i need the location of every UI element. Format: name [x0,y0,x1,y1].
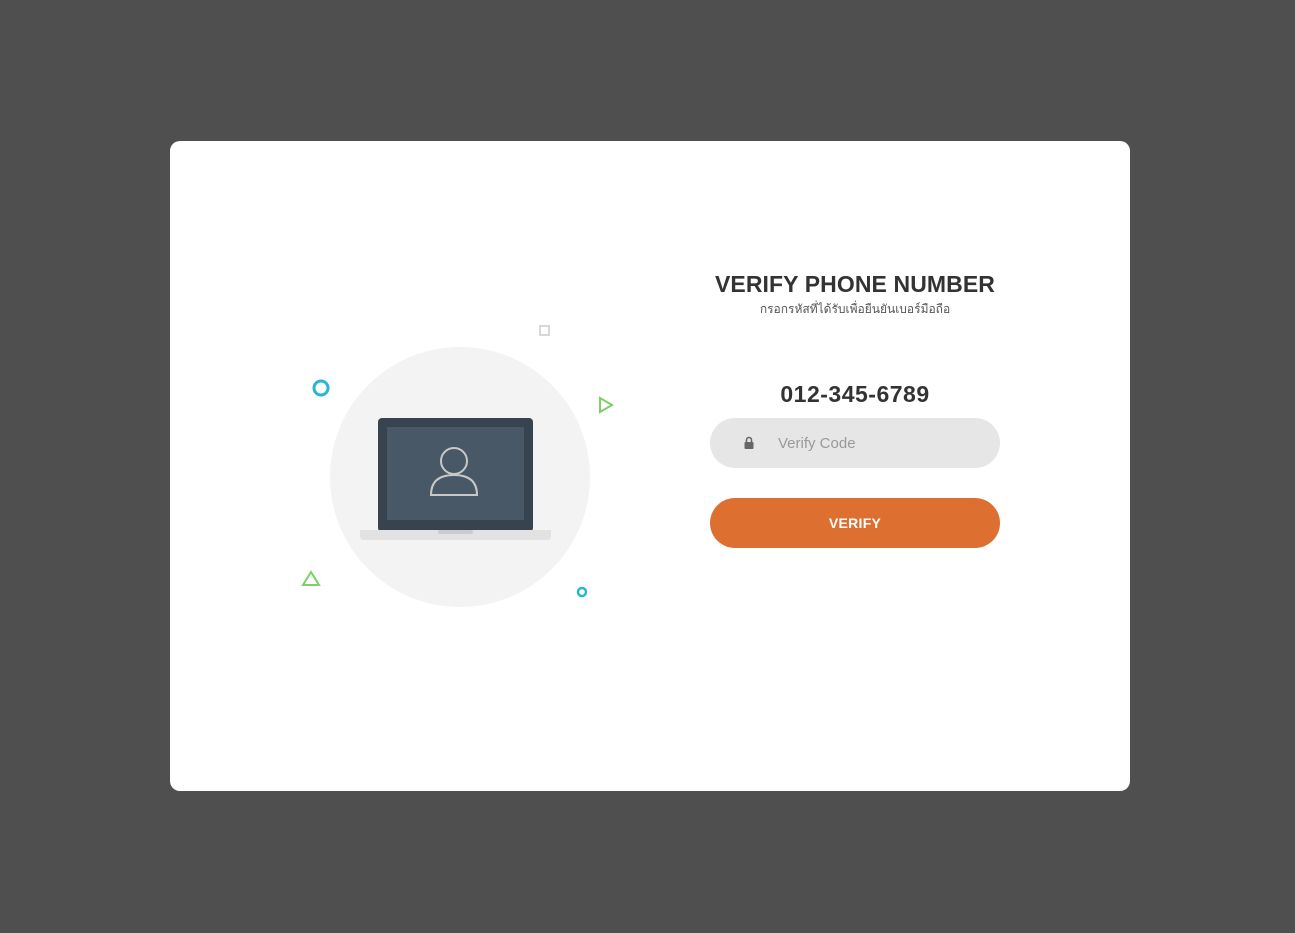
lock-icon [744,436,754,449]
verify-form: VERIFY PHONE NUMBER กรอกรหัสที่ได้รับเพื… [710,269,1000,548]
laptop-icon [360,418,551,540]
laptop-illustration [301,325,614,607]
page-title: VERIFY PHONE NUMBER [714,271,996,297]
decor-square [539,325,550,336]
verify-code-input[interactable] [778,418,978,468]
decor-triangle-up [301,570,321,586]
decor-circle-small [576,586,588,598]
phone-number: 012-345-6789 [780,381,930,407]
decor-circle-large [312,379,330,397]
verify-code-field[interactable] [710,418,1000,468]
page-subtitle: กรอกรหัสที่ได้รับเพื่อยืนยันเบอร์มือถือ [759,302,951,316]
verify-button[interactable]: VERIFY [710,498,1000,548]
decor-triangle-right [599,396,614,414]
verify-card: VERIFY PHONE NUMBER กรอกรหัสที่ได้รับเพื… [170,141,1130,791]
